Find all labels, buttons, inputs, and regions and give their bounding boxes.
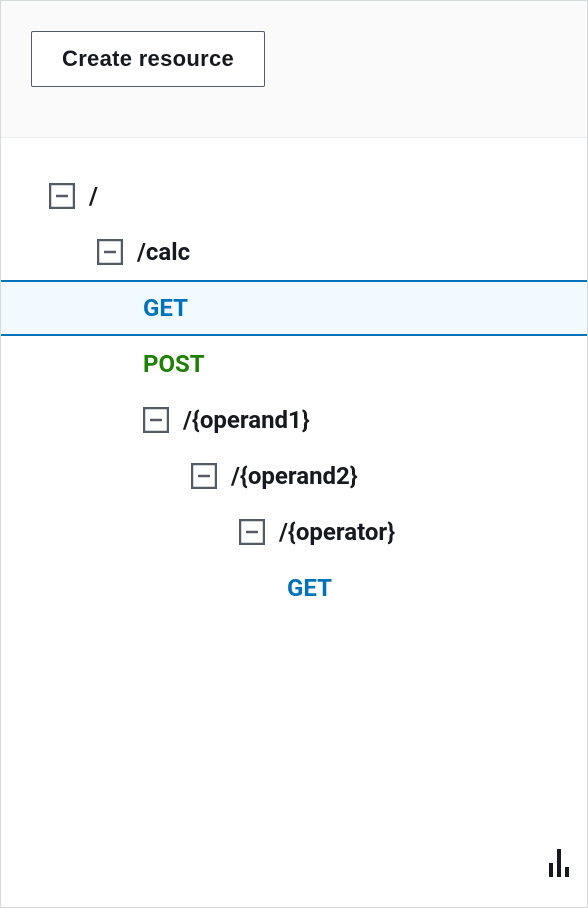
tree-row-operand1[interactable]: /{operand1} — [1, 392, 587, 448]
collapse-icon[interactable] — [143, 407, 169, 433]
tree-row-root[interactable]: / — [1, 168, 587, 224]
resources-panel: Create resource / /calc GET POST — [0, 0, 588, 908]
panel-header: Create resource — [1, 1, 587, 138]
http-method-post: POST — [143, 350, 205, 378]
bar — [549, 863, 553, 877]
collapse-icon[interactable] — [49, 183, 75, 209]
resource-path: / — [89, 182, 98, 210]
tree-row-calc[interactable]: /calc — [1, 224, 587, 280]
bar — [557, 849, 561, 877]
resource-path: /{operator} — [279, 518, 395, 546]
resource-tree: / /calc GET POST /{operand1} — [1, 138, 587, 907]
http-method-get: GET — [287, 574, 332, 602]
tree-row-calc-get[interactable]: GET — [1, 280, 587, 336]
collapse-icon[interactable] — [191, 463, 217, 489]
collapse-icon[interactable] — [239, 519, 265, 545]
feedback-icon[interactable] — [549, 849, 569, 877]
resource-path: /{operand1} — [183, 406, 310, 434]
tree-row-operand2[interactable]: /{operand2} — [1, 448, 587, 504]
tree-row-calc-post[interactable]: POST — [1, 336, 587, 392]
resource-path: /calc — [137, 238, 190, 266]
tree-row-operator-get[interactable]: GET — [1, 560, 587, 616]
tree-row-operator[interactable]: /{operator} — [1, 504, 587, 560]
create-resource-button[interactable]: Create resource — [31, 31, 265, 87]
resource-path: /{operand2} — [231, 462, 358, 490]
http-method-get: GET — [143, 294, 188, 322]
bar — [565, 867, 569, 877]
collapse-icon[interactable] — [97, 239, 123, 265]
